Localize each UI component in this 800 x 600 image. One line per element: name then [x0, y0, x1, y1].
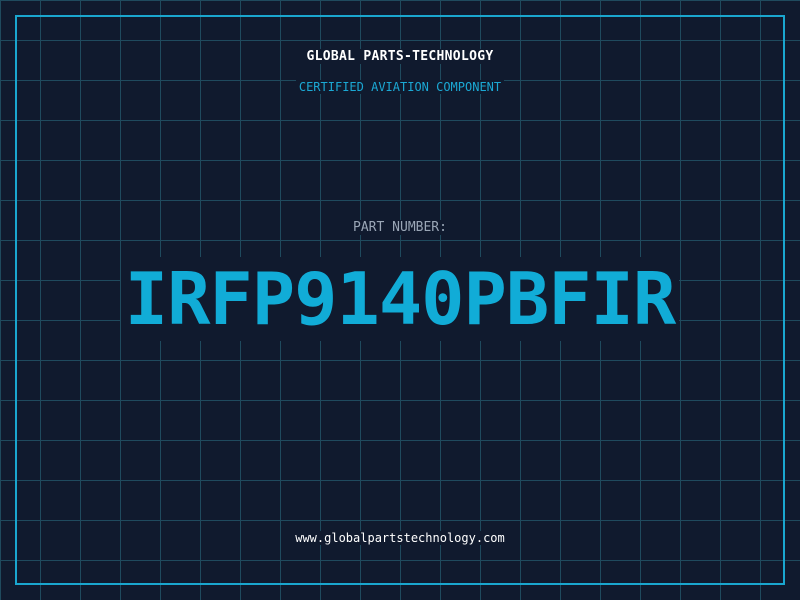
part-number-label: PART NUMBER:	[0, 220, 800, 235]
part-number-label-text: PART NUMBER:	[350, 220, 450, 235]
certification-subtitle: CERTIFIED AVIATION COMPONENT	[0, 80, 800, 94]
website-url[interactable]: www.globalpartstechnology.com	[0, 531, 800, 545]
company-name-text: GLOBAL PARTS-TECHNOLOGY	[303, 49, 497, 64]
part-number-text: IRFP9140PBFIR	[120, 257, 680, 341]
company-name: GLOBAL PARTS-TECHNOLOGY	[0, 49, 800, 64]
website-url-text[interactable]: www.globalpartstechnology.com	[292, 531, 508, 545]
certification-subtitle-text: CERTIFIED AVIATION COMPONENT	[295, 80, 505, 94]
part-number: IRFP9140PBFIR	[0, 257, 800, 341]
part-card: GLOBAL PARTS-TECHNOLOGY CERTIFIED AVIATI…	[0, 0, 800, 600]
